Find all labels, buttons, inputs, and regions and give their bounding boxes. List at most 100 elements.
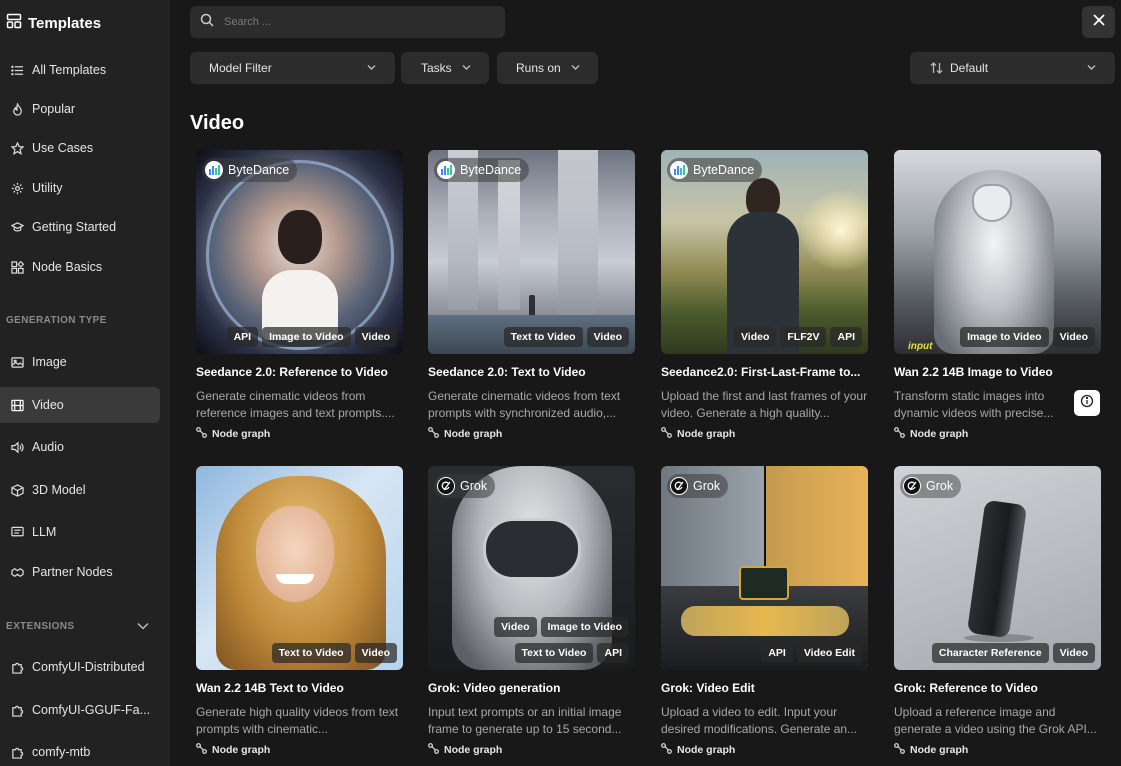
search-box[interactable] bbox=[190, 6, 505, 38]
film-icon bbox=[10, 398, 24, 412]
sidebar-item-audio[interactable]: Audio bbox=[0, 429, 160, 465]
card-title: Wan 2.2 14B Text to Video bbox=[196, 681, 344, 695]
tag: API bbox=[761, 643, 793, 663]
brand-badge: Grok bbox=[900, 474, 962, 498]
tag-list: Text to Video API bbox=[514, 643, 629, 663]
node-graph-icon bbox=[428, 427, 439, 441]
tag-list: Text to Video Video bbox=[271, 643, 397, 663]
template-thumbnail[interactable]: ByteDance Text to Video Video bbox=[428, 150, 635, 354]
tag: API bbox=[597, 643, 629, 663]
list-icon bbox=[10, 63, 24, 77]
node-graph-icon bbox=[894, 743, 905, 757]
sort-dropdown[interactable]: Default bbox=[910, 52, 1115, 84]
tag-list: Text to Video Video bbox=[503, 327, 629, 347]
info-icon bbox=[1080, 394, 1094, 413]
sidebar-item-llm[interactable]: LLM bbox=[0, 514, 160, 550]
sidebar-item-comfyui-gguf[interactable]: ComfyUI-GGUF-Fa... bbox=[0, 692, 160, 728]
template-thumbnail[interactable]: Grok Character Reference Video bbox=[894, 466, 1101, 670]
tag: Video Edit bbox=[796, 643, 862, 663]
brand-badge: ByteDance bbox=[434, 158, 530, 182]
sidebar-item-label: ComfyUI-GGUF-Fa... bbox=[32, 703, 151, 717]
node-graph-label: Node graph bbox=[444, 744, 503, 756]
sidebar-item-comfyui-distributed[interactable]: ComfyUI-Distributed bbox=[0, 649, 160, 685]
bytedance-logo-icon bbox=[437, 161, 455, 179]
template-thumbnail[interactable]: input Image to Video Video bbox=[894, 150, 1101, 354]
sidebar-item-node-basics[interactable]: Node Basics bbox=[0, 249, 160, 285]
blocks-icon bbox=[10, 260, 24, 274]
node-graph-icon bbox=[196, 743, 207, 757]
handshake-icon bbox=[10, 565, 24, 579]
sidebar-item-partner-nodes[interactable]: Partner Nodes bbox=[0, 554, 160, 590]
tag: API bbox=[830, 327, 862, 347]
sidebar-item-utility[interactable]: Utility bbox=[0, 170, 160, 206]
sidebar: Templates All Templates Popular Use Case… bbox=[0, 0, 170, 766]
card-description: Upload a video to edit. Input your desir… bbox=[661, 705, 858, 736]
sidebar-item-label: Partner Nodes bbox=[32, 565, 113, 579]
runs-on-dropdown[interactable]: Runs on bbox=[497, 52, 598, 84]
sidebar-item-label: Image bbox=[32, 355, 67, 369]
sidebar-item-all-templates[interactable]: All Templates bbox=[0, 52, 160, 88]
card-title: Grok: Video generation bbox=[428, 681, 561, 695]
thumbnail-art bbox=[964, 634, 1034, 642]
model-filter-dropdown[interactable]: Model Filter bbox=[190, 52, 395, 84]
template-thumbnail[interactable]: Grok API Video Edit bbox=[661, 466, 868, 670]
card-footer: Node graph bbox=[661, 743, 735, 757]
tag: Video bbox=[733, 327, 777, 347]
template-thumbnail[interactable]: ByteDance API Image to Video Video bbox=[196, 150, 403, 354]
template-thumbnail[interactable]: Grok Video Image to Video Text to Video … bbox=[428, 466, 635, 670]
brand-badge: ByteDance bbox=[202, 158, 298, 182]
node-graph-icon bbox=[428, 743, 439, 757]
info-button[interactable] bbox=[1074, 390, 1100, 416]
thumbnail-art bbox=[972, 184, 1012, 222]
tag-list: Video FLF2V API bbox=[733, 327, 862, 347]
chevron-down-icon bbox=[1086, 62, 1097, 73]
card-title: Seedance 2.0: Reference to Video bbox=[196, 365, 388, 379]
search-input[interactable] bbox=[224, 16, 484, 28]
sort-icon bbox=[930, 62, 943, 77]
image-icon bbox=[10, 355, 24, 369]
sidebar-item-3d-model[interactable]: 3D Model bbox=[0, 472, 160, 508]
close-button[interactable] bbox=[1082, 6, 1115, 38]
sidebar-item-comfy-mtb[interactable]: comfy-mtb bbox=[0, 734, 160, 766]
brand-name: ByteDance bbox=[693, 163, 755, 177]
tag: Image to Video bbox=[540, 617, 629, 637]
sidebar-item-label: Use Cases bbox=[32, 141, 94, 155]
sidebar-item-image[interactable]: Image bbox=[0, 344, 160, 380]
sidebar-item-use-cases[interactable]: Use Cases bbox=[0, 130, 160, 166]
sidebar-title: Templates bbox=[28, 14, 102, 32]
template-thumbnail[interactable]: ByteDance Video FLF2V API bbox=[661, 150, 868, 354]
tag: API bbox=[226, 327, 259, 347]
tasks-dropdown[interactable]: Tasks bbox=[401, 52, 489, 84]
card-description: Generate cinematic videos from text prom… bbox=[428, 389, 621, 420]
sidebar-item-label: All Templates bbox=[32, 63, 107, 77]
sidebar-item-label: ComfyUI-Distributed bbox=[32, 660, 145, 674]
thumbnail-art bbox=[558, 150, 598, 320]
sidebar-item-label: Node Basics bbox=[32, 260, 103, 274]
tag: Video bbox=[494, 617, 537, 637]
node-graph-icon bbox=[661, 743, 672, 757]
sidebar-item-getting-started[interactable]: Getting Started bbox=[0, 209, 160, 245]
generation-type-heading: GENERATION TYPE bbox=[6, 315, 107, 326]
card-description: Upload a reference image and generate a … bbox=[894, 705, 1097, 736]
node-graph-label: Node graph bbox=[910, 428, 969, 440]
node-graph-label: Node graph bbox=[910, 744, 969, 756]
sidebar-item-label: 3D Model bbox=[32, 483, 86, 497]
sidebar-item-label: Getting Started bbox=[32, 220, 117, 234]
thumbnail-art bbox=[498, 160, 520, 310]
sidebar-item-video[interactable]: Video bbox=[0, 387, 160, 423]
template-thumbnail[interactable]: Text to Video Video bbox=[196, 466, 403, 670]
chevron-down-icon bbox=[366, 62, 377, 73]
node-graph-icon bbox=[661, 427, 672, 441]
sidebar-item-popular[interactable]: Popular bbox=[0, 91, 160, 127]
cube-icon bbox=[10, 483, 24, 497]
node-graph-label: Node graph bbox=[212, 744, 271, 756]
tag-list: Image to Video Video bbox=[960, 327, 1095, 347]
bytedance-logo-icon bbox=[670, 161, 688, 179]
brand-badge: Grok bbox=[667, 474, 729, 498]
chevron-down-icon[interactable] bbox=[136, 619, 150, 633]
star-icon bbox=[10, 141, 24, 155]
card-title: Wan 2.2 14B Image to Video bbox=[894, 365, 1053, 379]
tag-list: API Video Edit bbox=[761, 643, 862, 663]
chat-icon bbox=[10, 525, 24, 539]
card-footer: Node graph bbox=[196, 427, 270, 441]
